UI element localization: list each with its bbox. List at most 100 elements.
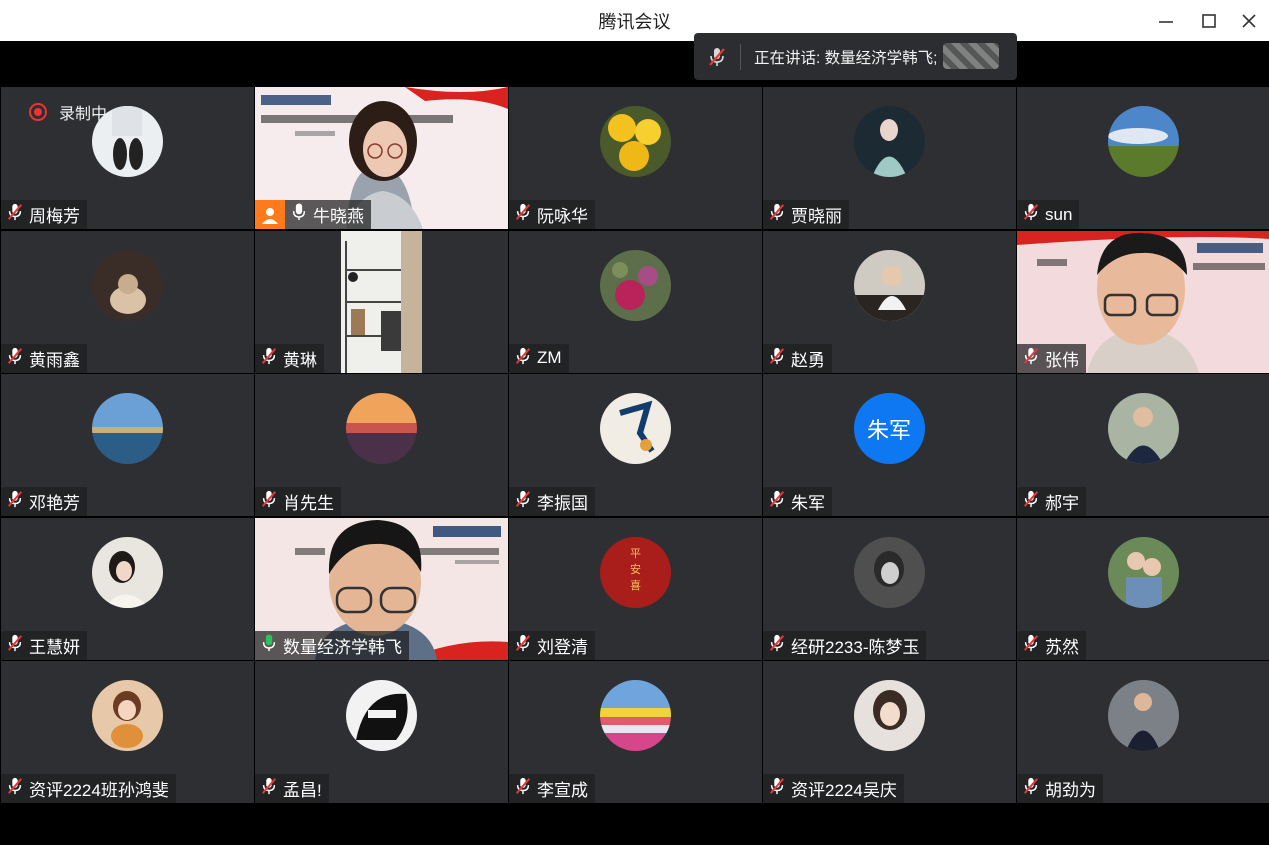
participant-tile[interactable]: 张伟 — [1017, 230, 1269, 373]
avatar — [599, 106, 671, 177]
svg-text:安: 安 — [630, 562, 641, 576]
participant-tile[interactable]: 阮咏华 — [509, 87, 762, 229]
muted-mic-icon — [260, 489, 278, 514]
video-feed — [341, 230, 422, 373]
title-bar[interactable]: 腾讯会议 — [0, 0, 1269, 41]
avatar — [853, 106, 925, 177]
participant-tile[interactable]: 赵勇 — [763, 230, 1016, 373]
name-plate: 黄雨鑫 — [1, 343, 87, 373]
avatar — [345, 680, 417, 751]
participant-tile[interactable]: 资评2224班孙鸿斐 — [1, 661, 254, 803]
name-plate: 郝宇 — [1017, 487, 1086, 516]
name-plate: ZM — [509, 343, 569, 373]
muted-mic-icon — [514, 346, 532, 371]
maximize-icon — [1202, 13, 1216, 28]
muted-mic-icon — [514, 633, 532, 658]
participant-name: 胡劲为 — [1045, 781, 1096, 800]
name-plate: 朱军 — [763, 487, 832, 516]
avatar — [91, 680, 163, 751]
avatar — [1107, 536, 1179, 608]
avatar: 平安喜 — [599, 536, 671, 608]
minimize-icon — [1159, 20, 1173, 23]
avatar — [853, 249, 925, 321]
name-plate: 王慧妍 — [1, 630, 87, 660]
participant-tile[interactable]: 数量经济学韩飞 — [255, 517, 508, 660]
participant-tile[interactable]: sun — [1017, 87, 1269, 229]
participant-tile[interactable]: 资评2224吴庆 — [763, 661, 1016, 803]
mic-icon — [290, 202, 308, 227]
name-plate: 李振国 — [509, 487, 595, 516]
participant-name: 苏然 — [1045, 637, 1079, 657]
participant-name: 黄琳 — [283, 350, 317, 370]
recording-status[interactable]: 录制中 — [29, 100, 107, 124]
participant-tile[interactable]: 邓艳芳 — [1, 374, 254, 516]
participant-name: 阮咏华 — [537, 207, 588, 226]
avatar — [599, 680, 671, 751]
close-button[interactable] — [1229, 0, 1269, 41]
muted-mic-icon — [768, 489, 786, 514]
name-plate: 牛晓燕 — [285, 200, 371, 229]
maximize-button[interactable] — [1189, 0, 1229, 41]
muted-mic-icon — [1022, 346, 1040, 371]
avatar — [599, 249, 671, 321]
participant-name: 张伟 — [1045, 350, 1079, 370]
muted-mic-icon — [768, 776, 786, 801]
avatar: 朱军 — [853, 393, 925, 464]
name-plate: 李宣成 — [509, 774, 595, 803]
participant-name: 资评2224班孙鸿斐 — [29, 781, 169, 800]
participant-tile[interactable]: 胡劲为 — [1017, 661, 1269, 803]
minimize-button[interactable] — [1146, 0, 1186, 41]
participant-tile[interactable]: 孟昌! — [255, 661, 508, 803]
avatar — [1107, 393, 1179, 464]
participant-tile[interactable]: 黄琳 — [255, 230, 508, 373]
participant-tile[interactable]: 肖先生 — [255, 374, 508, 516]
avatar — [1107, 680, 1179, 751]
participant-tile[interactable]: 平安喜刘登清 — [509, 517, 762, 660]
participant-tile[interactable]: 贾晓丽 — [763, 87, 1016, 229]
muted-mic-icon — [768, 633, 786, 658]
svg-text:喜: 喜 — [630, 579, 641, 592]
name-plate: 经研2233-陈梦玉 — [763, 630, 927, 660]
participant-name: 数量经济学韩飞 — [283, 637, 402, 657]
muted-mic-icon — [1022, 776, 1040, 801]
blurred-name-icon — [943, 43, 999, 69]
participant-name: 郝宇 — [1045, 494, 1079, 513]
participant-name: 刘登清 — [537, 637, 588, 657]
muted-mic-icon — [6, 633, 24, 658]
participant-tile[interactable]: 苏然 — [1017, 517, 1269, 660]
participant-name: 黄雨鑫 — [29, 350, 80, 370]
avatar — [853, 536, 925, 608]
participant-tile[interactable]: 郝宇 — [1017, 374, 1269, 516]
participant-name: 周梅芳 — [29, 207, 80, 226]
participant-name: 李宣成 — [537, 781, 588, 800]
participant-tile[interactable]: 经研2233-陈梦玉 — [763, 517, 1016, 660]
name-plate: 刘登清 — [509, 630, 595, 660]
speaking-label: 正在讲话: 数量经济学韩飞; — [754, 49, 938, 67]
name-plate: 苏然 — [1017, 630, 1086, 660]
name-plate: 孟昌! — [255, 774, 329, 803]
record-icon — [29, 103, 47, 121]
participant-name: ZM — [537, 348, 562, 367]
muted-mic-icon — [514, 776, 532, 801]
participant-tile[interactable]: 黄雨鑫 — [1, 230, 254, 373]
participant-name: 孟昌! — [283, 781, 322, 800]
participant-name: 王慧妍 — [29, 637, 80, 657]
muted-mic-icon — [514, 202, 532, 227]
participant-grid: 周梅芳 牛晓燕 阮咏华 贾晓丽 sun 黄雨鑫 黄琳 ZM 赵勇 张伟 邓艳芳 肖先生 李振国 朱军 朱军郝… — [1, 87, 1269, 803]
participant-tile[interactable]: 李振国 — [509, 374, 762, 516]
participant-tile[interactable]: ZM — [509, 230, 762, 373]
avatar — [853, 680, 925, 751]
name-plate: 肖先生 — [255, 487, 341, 516]
muted-mic-icon — [260, 776, 278, 801]
name-plate: 黄琳 — [255, 343, 324, 373]
name-plate: sun — [1017, 200, 1080, 229]
muted-mic-icon[interactable] — [694, 46, 740, 68]
participant-tile[interactable]: 李宣成 — [509, 661, 762, 803]
mic-icon — [260, 633, 278, 658]
name-plate: 胡劲为 — [1017, 774, 1103, 803]
participant-tile[interactable]: 王慧妍 — [1, 517, 254, 660]
participant-name: 朱军 — [791, 494, 825, 513]
participant-tile[interactable]: 牛晓燕 — [255, 87, 508, 229]
name-plate: 张伟 — [1017, 343, 1086, 373]
participant-tile[interactable]: 朱军 朱军 — [763, 374, 1016, 516]
